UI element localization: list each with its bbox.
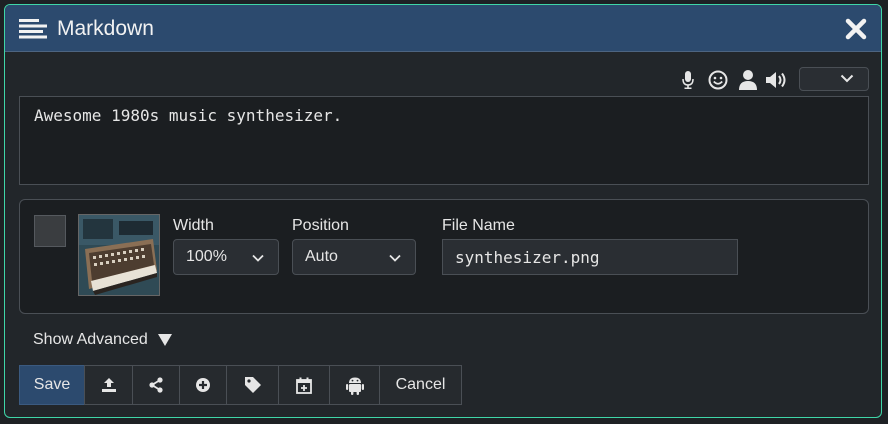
width-select-value: 100% [186,248,227,265]
close-icon[interactable] [845,18,867,40]
cancel-button-label: Cancel [395,376,446,393]
markdown-textarea[interactable]: Awesome 1980s music synthesizer. [19,96,869,185]
android-button[interactable] [329,365,380,405]
width-label: Width [173,217,214,234]
action-button-group: Save Cancel [19,365,462,405]
dialog-title: Markdown [57,17,154,40]
dialog-titlebar: Markdown [5,5,881,52]
chevron-down-icon [389,254,401,262]
width-select[interactable]: 100% [173,239,279,275]
show-advanced-label: Show Advanced [33,331,148,348]
schedule-button[interactable] [278,365,330,405]
show-advanced-toggle[interactable]: Show Advanced [33,331,172,349]
position-label: Position [292,217,349,234]
save-button-label: Save [33,376,71,393]
upload-button[interactable] [84,365,133,405]
chevron-down-icon [252,254,264,262]
android-icon [345,377,364,395]
editor-toolbar [675,67,795,93]
user-icon[interactable] [735,67,761,93]
speaker-icon[interactable] [765,67,791,93]
position-select-value: Auto [305,248,338,265]
smiley-icon[interactable] [705,67,731,93]
share-button[interactable] [132,365,180,405]
tag-button[interactable] [226,365,279,405]
add-button[interactable] [179,365,227,405]
cancel-button[interactable]: Cancel [379,365,462,405]
calendar-add-icon [296,377,312,394]
position-select[interactable]: Auto [292,239,416,275]
save-button[interactable]: Save [19,365,85,405]
share-icon [149,377,163,393]
filename-label: File Name [442,217,515,234]
media-panel: Width 100% Position Auto File Name [19,199,869,314]
triangle-down-icon [157,334,172,346]
upload-icon [101,378,116,392]
tag-icon [244,377,261,393]
microphone-icon[interactable] [675,67,701,93]
synthesizer-thumbnail[interactable] [78,214,160,296]
select-image-checkbox[interactable] [34,215,66,247]
filename-input[interactable] [442,239,738,275]
chevron-down-icon [840,74,854,83]
add-circle-icon [196,378,210,392]
align-left-icon [19,19,47,39]
language-select[interactable] [799,67,869,91]
markdown-dialog: Markdown Awesome 1980s music synthesizer… [4,4,882,418]
